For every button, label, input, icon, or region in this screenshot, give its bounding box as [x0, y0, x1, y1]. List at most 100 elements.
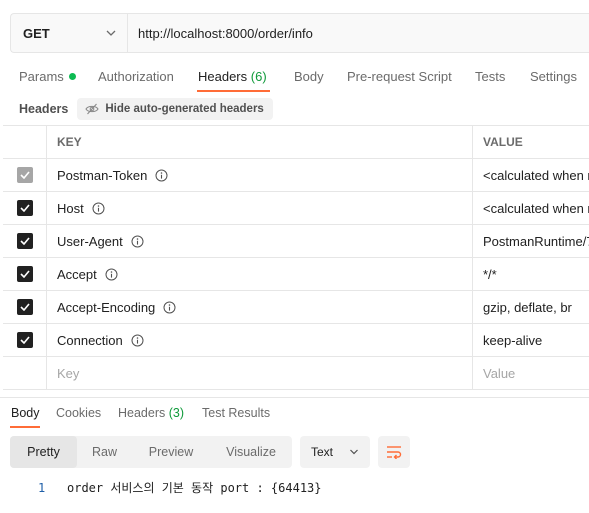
header-value: keep-alive [483, 332, 543, 348]
header-key-cell[interactable]: Accept-Encoding [48, 291, 473, 323]
hide-button-label: Hide auto-generated headers [105, 103, 264, 115]
header-key-cell[interactable]: Connection [48, 324, 473, 356]
wrap-lines-button[interactable] [378, 436, 410, 468]
hide-auto-generated-headers-button[interactable]: Hide auto-generated headers [77, 98, 273, 120]
row-checkbox[interactable] [16, 167, 33, 183]
header-key-cell[interactable]: User-Agent [48, 225, 473, 257]
header-key-cell[interactable]: Postman-Token [48, 159, 473, 191]
active-dot-icon [68, 73, 76, 80]
view-preview-button[interactable]: Preview [132, 436, 210, 468]
headers-toolbar: Headers Hide auto-generated headers [19, 98, 273, 120]
tab-label: Body [11, 406, 40, 420]
tab-label: Authorization [98, 69, 174, 84]
url-text: http://localhost:8000/order/info [138, 25, 313, 41]
url-input[interactable]: http://localhost:8000/order/info [128, 14, 589, 52]
response-body-text: order 서비스의 기본 동작 port : {64413} [67, 481, 322, 495]
header-value-cell[interactable]: keep-alive [474, 324, 589, 356]
tab-label: Tests [475, 69, 506, 84]
tab-authorization[interactable]: Authorization [98, 69, 174, 84]
header-key: Accept [57, 266, 97, 282]
row-check-cell [3, 324, 47, 356]
tab-label: Cookies [56, 406, 102, 420]
info-icon[interactable] [131, 235, 144, 248]
response-body-line: 1 order 서비스의 기본 동작 port : {64413} [38, 479, 322, 496]
header-value-cell[interactable]: gzip, deflate, br [474, 291, 589, 323]
tab-label: Params [19, 69, 64, 84]
line-number: 1 [38, 481, 46, 495]
header-check-cell [3, 126, 47, 158]
checkmark-icon [19, 237, 30, 245]
header-value: gzip, deflate, br [483, 299, 572, 315]
method-select[interactable]: GET [11, 14, 128, 52]
new-key-input[interactable]: Key [48, 357, 473, 389]
row-checkbox[interactable] [16, 200, 33, 216]
checkmark-icon [19, 303, 30, 311]
headers-title: Headers [19, 102, 69, 116]
eye-off-icon [85, 103, 99, 115]
header-value: PostmanRuntime/7 [483, 233, 589, 249]
response-tab-test-results[interactable]: Test Results [202, 406, 270, 420]
checkmark-icon [19, 270, 30, 278]
key-column-header: KEY [48, 126, 473, 158]
header-key: Connection [57, 332, 123, 348]
view-pretty-button[interactable]: Pretty [10, 436, 77, 468]
header-value-cell[interactable]: */* [474, 258, 589, 290]
format-label: Text [311, 445, 334, 459]
tab-label: Headers [118, 406, 166, 420]
info-icon[interactable] [92, 202, 105, 215]
row-check-cell [3, 357, 47, 389]
row-check-cell [3, 159, 47, 191]
table-row: Host <calculated when r [3, 192, 589, 225]
response-tab-headers[interactable]: Headers (3) [118, 406, 184, 420]
info-icon[interactable] [131, 334, 144, 347]
checkmark-icon [19, 336, 30, 344]
view-raw-button[interactable]: Raw [77, 436, 132, 468]
tab-body[interactable]: Body [294, 69, 324, 84]
row-checkbox[interactable] [16, 233, 33, 249]
response-tab-body[interactable]: Body [11, 406, 40, 420]
header-value-cell[interactable]: PostmanRuntime/7 [474, 225, 589, 257]
tab-headers[interactable]: Headers (6) [198, 69, 267, 84]
view-mode-group: Pretty Raw Preview Visualize [10, 436, 292, 468]
header-value-cell[interactable]: <calculated when r [474, 192, 589, 224]
tab-tests[interactable]: Tests [475, 69, 505, 84]
tab-label: Headers [198, 69, 248, 84]
header-key-cell[interactable]: Accept [48, 258, 473, 290]
header-value-cell[interactable]: <calculated when r [474, 159, 589, 191]
headers-table: KEY VALUE Postman-Token <calculated when… [3, 125, 589, 390]
response-tab-cookies[interactable]: Cookies [56, 406, 101, 420]
tab-pre-request-script[interactable]: Pre-request Script [347, 69, 452, 84]
row-check-cell [3, 192, 47, 224]
info-icon[interactable] [155, 169, 168, 182]
tab-count: (3) [168, 406, 185, 420]
view-visualize-button[interactable]: Visualize [210, 436, 292, 468]
row-checkbox[interactable] [16, 266, 33, 282]
header-value: */* [483, 266, 497, 282]
new-value-input[interactable]: Value [474, 357, 589, 389]
request-tabs: Params Authorization Headers (6) Body Pr… [0, 60, 589, 94]
info-icon[interactable] [163, 301, 176, 314]
value-column-header: VALUE [483, 135, 523, 149]
info-icon[interactable] [105, 268, 118, 281]
row-check-cell [3, 258, 47, 290]
header-value: <calculated when r [483, 167, 589, 183]
row-checkbox[interactable] [16, 332, 33, 348]
response-tabs: Body Cookies Headers (3) Test Results [0, 397, 589, 429]
tab-label: Pre-request Script [347, 69, 452, 84]
header-key: Accept-Encoding [57, 299, 156, 315]
tab-count: (6) [250, 69, 267, 84]
format-select[interactable]: Text [300, 436, 370, 468]
request-url-bar: GET http://localhost:8000/order/info [10, 13, 589, 53]
table-row: Accept-Encoding gzip, deflate, br [3, 291, 589, 324]
tab-label: Test Results [202, 406, 271, 420]
header-key-cell[interactable]: Host [48, 192, 473, 224]
table-row: User-Agent PostmanRuntime/7 [3, 225, 589, 258]
tab-label: Body [294, 69, 324, 84]
table-row: Connection keep-alive [3, 324, 589, 357]
table-row: Postman-Token <calculated when r [3, 159, 589, 192]
row-checkbox[interactable] [16, 299, 33, 315]
tab-params[interactable]: Params [19, 69, 76, 84]
active-tab-indicator [197, 90, 270, 92]
tab-settings[interactable]: Settings [530, 69, 577, 84]
active-response-tab-indicator [10, 426, 40, 428]
